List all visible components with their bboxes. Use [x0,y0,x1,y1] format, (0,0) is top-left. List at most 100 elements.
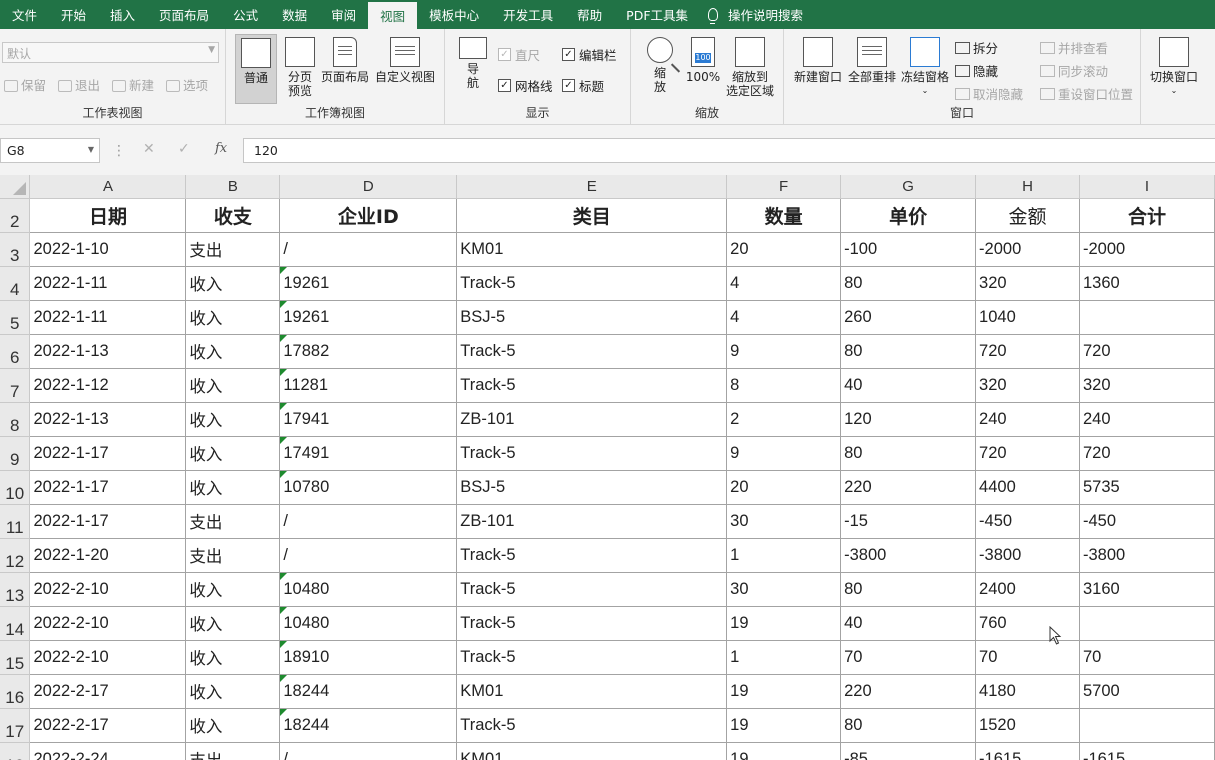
data-cell[interactable]: 80 [840,266,977,301]
data-cell[interactable]: 5700 [1079,674,1215,709]
data-cell[interactable]: 2 [726,402,842,437]
data-cell[interactable]: 9 [726,436,842,471]
data-cell[interactable]: 720 [1079,436,1215,471]
keep-button[interactable]: 保留 [4,75,46,94]
data-cell[interactable]: 17491 [279,436,458,471]
data-cell[interactable]: 8 [726,368,842,403]
data-cell[interactable]: / [279,742,458,760]
hide-button[interactable]: 隐藏 [955,61,998,80]
column-title-cell[interactable]: 金额 [975,198,1080,233]
data-cell[interactable]: 4400 [975,470,1080,505]
data-cell[interactable]: 2022-1-17 [29,504,187,539]
tell-me-search[interactable]: 操作说明搜索 [700,0,815,29]
data-cell[interactable]: -3800 [975,538,1080,573]
data-cell[interactable]: / [279,232,458,267]
data-cell[interactable]: 760 [975,606,1080,641]
custom-views-button[interactable]: 自定义视图 [372,34,438,84]
data-cell[interactable]: 5735 [1079,470,1215,505]
row-header[interactable]: 13 [0,572,31,607]
data-cell[interactable]: / [279,504,458,539]
switch-window-button[interactable]: 切换窗口 ⌄ [1146,34,1202,98]
page-layout-button[interactable]: 页面布局 [320,34,370,84]
data-cell[interactable]: 4 [726,300,842,335]
sync-scroll-button[interactable]: 同步滚动 [1040,61,1108,80]
data-cell[interactable]: 10480 [279,572,458,607]
column-header[interactable]: G [840,175,977,199]
column-title-cell[interactable]: 企业ID [279,198,458,233]
data-cell[interactable]: 320 [1079,368,1215,403]
split-button[interactable]: 拆分 [955,38,998,57]
data-cell[interactable]: 2022-1-12 [29,368,187,403]
data-cell[interactable]: 18244 [279,708,458,743]
data-cell[interactable]: 2022-1-11 [29,266,187,301]
new-button[interactable]: 新建 [112,75,154,94]
data-cell[interactable] [1079,708,1215,743]
data-cell[interactable]: 20 [726,470,842,505]
data-cell[interactable]: 240 [975,402,1080,437]
ruler-checkbox[interactable]: ✓ 直尺 [498,45,540,64]
data-cell[interactable]: 11281 [279,368,458,403]
row-header[interactable]: 15 [0,640,31,675]
data-cell[interactable]: 2022-1-13 [29,334,187,369]
tab-1[interactable]: 开始 [49,0,98,29]
data-cell[interactable]: 70 [840,640,977,675]
row-header[interactable]: 7 [0,368,31,403]
tab-2[interactable]: 插入 [98,0,147,29]
tab-3[interactable]: 页面布局 [147,0,221,29]
data-cell[interactable]: 收入 [185,708,281,743]
data-cell[interactable]: 2022-2-17 [29,708,187,743]
data-cell[interactable]: 10480 [279,606,458,641]
tab-8[interactable]: 模板中心 [417,0,491,29]
data-cell[interactable]: -100 [840,232,977,267]
data-cell[interactable]: Track-5 [456,708,728,743]
navigation-button[interactable]: 导 航 [457,34,489,90]
data-cell[interactable]: 支出 [185,538,281,573]
unhide-button[interactable]: 取消隐藏 [955,84,1023,103]
data-cell[interactable]: 17941 [279,402,458,437]
data-cell[interactable]: 70 [1079,640,1215,675]
data-cell[interactable]: 9 [726,334,842,369]
data-cell[interactable]: 1 [726,640,842,675]
normal-view-button[interactable]: 普通 [235,34,277,104]
data-cell[interactable]: -2000 [1079,232,1215,267]
row-header[interactable]: 8 [0,402,31,437]
data-cell[interactable]: 720 [1079,334,1215,369]
reset-position-button[interactable]: 重设窗口位置 [1040,84,1133,103]
data-cell[interactable]: -450 [1079,504,1215,539]
data-cell[interactable]: 17882 [279,334,458,369]
data-cell[interactable]: 220 [840,674,977,709]
column-header[interactable]: H [975,175,1080,199]
data-cell[interactable]: 支出 [185,504,281,539]
data-cell[interactable]: Track-5 [456,640,728,675]
data-cell[interactable]: 80 [840,708,977,743]
side-by-side-button[interactable]: 并排查看 [1040,38,1108,57]
data-cell[interactable]: 4180 [975,674,1080,709]
data-cell[interactable]: 18244 [279,674,458,709]
data-cell[interactable]: 支出 [185,742,281,760]
data-cell[interactable]: 2022-2-10 [29,606,187,641]
data-cell[interactable]: 19261 [279,300,458,335]
data-cell[interactable]: BSJ-5 [456,300,728,335]
data-cell[interactable]: 320 [975,368,1080,403]
data-cell[interactable]: 220 [840,470,977,505]
data-cell[interactable]: ZB-101 [456,402,728,437]
column-title-cell[interactable]: 收支 [185,198,281,233]
row-header[interactable]: 2 [0,198,31,233]
column-header[interactable]: B [185,175,281,199]
data-cell[interactable]: 19 [726,606,842,641]
data-cell[interactable]: 30 [726,572,842,607]
data-cell[interactable]: KM01 [456,232,728,267]
data-cell[interactable]: 40 [840,606,977,641]
tab-9[interactable]: 开发工具 [491,0,565,29]
data-cell[interactable]: 收入 [185,436,281,471]
exit-button[interactable]: 退出 [58,75,100,94]
data-cell[interactable]: -15 [840,504,977,539]
zoom-button[interactable]: 缩 放 [643,34,677,94]
row-header[interactable]: 12 [0,538,31,573]
column-header[interactable]: D [279,175,458,199]
data-cell[interactable]: 收入 [185,640,281,675]
data-cell[interactable]: 2022-1-17 [29,436,187,471]
column-header[interactable]: F [726,175,842,199]
data-cell[interactable]: 1360 [1079,266,1215,301]
data-cell[interactable]: 40 [840,368,977,403]
